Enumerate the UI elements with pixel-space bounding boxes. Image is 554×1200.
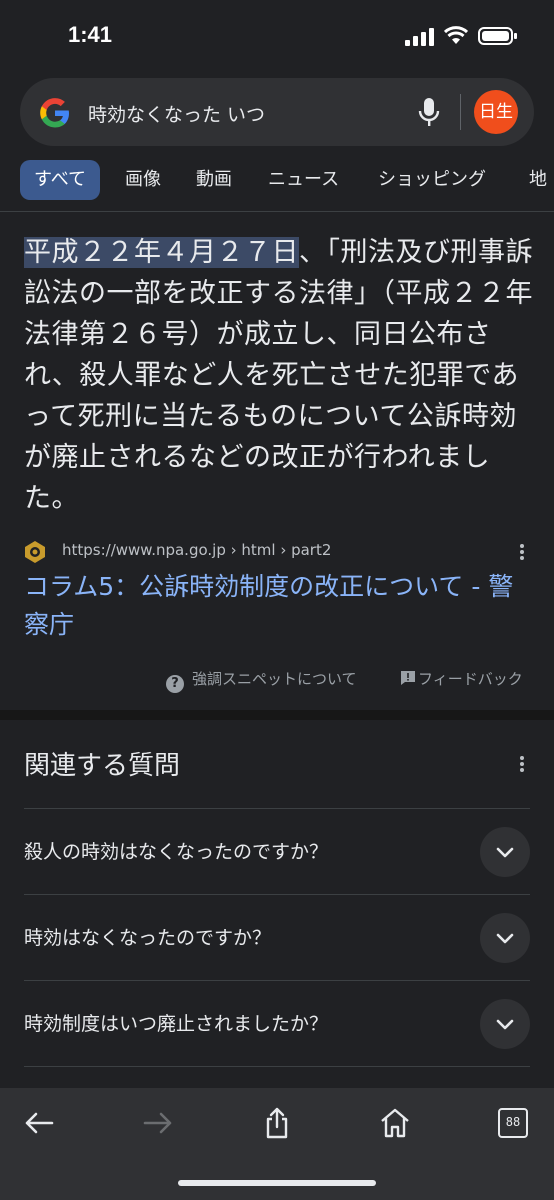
tab-all[interactable]: すべて bbox=[20, 160, 101, 200]
snippet-body: 、「刑法及び刑事訴訟法の一部を改正する法律」（平成２２年法律第２６号）が成立し、… bbox=[24, 237, 533, 514]
clock: 1:41 bbox=[68, 22, 113, 47]
status-bar: 1:41 bbox=[0, 0, 554, 70]
about-snippet-label: 強調スニペットについて bbox=[192, 670, 357, 688]
feedback-label: フィードバック bbox=[418, 670, 523, 688]
browser-toolbar: 88 bbox=[0, 1088, 554, 1200]
tab-maps[interactable]: 地 bbox=[529, 160, 547, 200]
source-url[interactable]: https://www.npa.go.jp › html › part2 bbox=[62, 541, 331, 559]
snippet-highlight: 平成２２年４月２７日 bbox=[24, 237, 299, 268]
back-arrow-icon[interactable] bbox=[22, 1106, 56, 1140]
home-indicator bbox=[178, 1180, 376, 1186]
search-divider bbox=[460, 94, 461, 130]
about-snippet-link[interactable]: ? 強調スニペットについて bbox=[166, 668, 357, 693]
help-icon: ? bbox=[166, 675, 184, 693]
feedback-link[interactable]: フィードバック bbox=[400, 668, 523, 689]
section-separator bbox=[0, 710, 554, 720]
chevron-down-icon bbox=[496, 1019, 514, 1030]
chevron-down-icon bbox=[496, 847, 514, 858]
question-text: 時効制度はいつ廃止されましたか？ bbox=[24, 1013, 329, 1035]
search-tabs: すべて 画像 動画 ニュース ショッピング 地 bbox=[0, 160, 554, 202]
tab-shopping[interactable]: ショッピング bbox=[378, 160, 486, 200]
police-emblem-icon bbox=[25, 541, 45, 563]
result-more-icon[interactable] bbox=[519, 542, 525, 562]
account-avatar[interactable]: 日生 bbox=[474, 90, 518, 134]
cellular-signal-icon bbox=[405, 28, 434, 46]
google-logo-icon bbox=[40, 98, 69, 128]
home-icon[interactable] bbox=[378, 1106, 412, 1140]
related-more-icon[interactable] bbox=[519, 754, 525, 774]
search-input[interactable]: 時効なくなった いつ bbox=[88, 100, 265, 127]
paa-divider bbox=[24, 1066, 530, 1067]
chevron-down-icon bbox=[496, 933, 514, 944]
feedback-icon bbox=[401, 671, 415, 685]
featured-snippet-text: 平成２２年４月２７日、「刑法及び刑事訴訟法の一部を改正する法律」（平成２２年法律… bbox=[24, 232, 534, 519]
forward-arrow-icon[interactable] bbox=[141, 1106, 175, 1140]
question-text: 殺人の時効はなくなったのですか？ bbox=[24, 841, 329, 863]
related-questions-title: 関連する質問 bbox=[24, 751, 181, 781]
result-title-link[interactable]: コラム5：公訴時効制度の改正について - 警察庁 bbox=[24, 568, 534, 644]
tab-images[interactable]: 画像 bbox=[125, 160, 161, 200]
search-bar[interactable]: 時効なくなった いつ 日生 bbox=[20, 78, 534, 146]
microphone-icon[interactable] bbox=[418, 96, 440, 128]
tabs-divider bbox=[0, 211, 554, 212]
question-text: 時効はなくなったのですか？ bbox=[24, 927, 272, 949]
tab-news[interactable]: ニュース bbox=[268, 160, 339, 200]
expand-button[interactable] bbox=[480, 999, 530, 1049]
tabs-count-button[interactable]: 88 bbox=[498, 1108, 528, 1138]
expand-button[interactable] bbox=[480, 913, 530, 963]
wifi-icon bbox=[444, 26, 468, 44]
battery-icon bbox=[478, 27, 517, 45]
share-icon[interactable] bbox=[260, 1106, 294, 1140]
related-question-item[interactable]: 時効はなくなったのですか？ bbox=[24, 895, 530, 981]
tabs-count: 88 bbox=[505, 1115, 521, 1129]
expand-button[interactable] bbox=[480, 827, 530, 877]
related-question-item[interactable]: 時効制度はいつ廃止されましたか？ bbox=[24, 981, 530, 1067]
tab-videos[interactable]: 動画 bbox=[196, 160, 232, 200]
related-question-item[interactable]: 殺人の時効はなくなったのですか？ bbox=[24, 809, 530, 895]
